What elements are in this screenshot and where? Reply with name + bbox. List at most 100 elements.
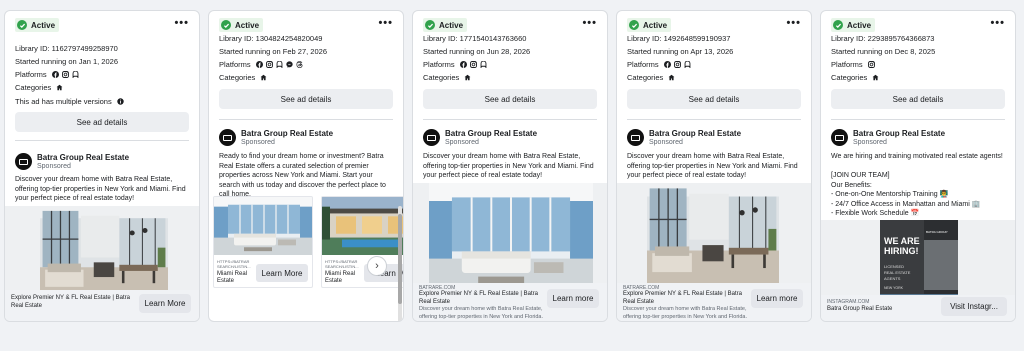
see-ad-details-button[interactable]: See ad details [627, 89, 801, 109]
check-circle-icon [833, 20, 843, 30]
learn-more-button[interactable]: Learn More [139, 294, 191, 313]
facebook-icon [460, 61, 467, 68]
advertiser-avatar[interactable] [423, 129, 440, 146]
advertiser-name[interactable]: Batra Group Real Estate [241, 129, 333, 138]
platforms-row: Platforms [627, 60, 691, 69]
categories-row: Categories [219, 73, 267, 82]
advertiser-avatar[interactable] [219, 129, 236, 146]
learn-more-button[interactable]: Learn more [751, 289, 803, 308]
started-running: Started running on Jan 1, 2026 [15, 57, 118, 66]
categories-row: Categories [627, 73, 675, 82]
advertiser-name[interactable]: Batra Group Real Estate [445, 129, 537, 138]
ad-image-area [413, 183, 607, 291]
categories-row: Categories [831, 73, 879, 82]
divider [627, 119, 801, 120]
sponsored-label: Sponsored [445, 139, 479, 146]
ad-image-bright-interior[interactable] [429, 183, 593, 291]
more-options-button[interactable]: ••• [378, 17, 393, 29]
check-circle-icon [425, 20, 435, 30]
ad-footer: Explore Premier NY & FL Real Estate | Ba… [5, 290, 199, 321]
divider [15, 140, 189, 141]
platforms-row: Platforms [15, 70, 79, 79]
ad-body-text: We are hiring and training motivated rea… [831, 153, 1003, 217]
facebook-icon [256, 61, 263, 68]
carousel-title: Miami Real Estate [217, 271, 248, 284]
facebook-icon [664, 61, 671, 68]
advertiser-name[interactable]: Batra Group Real Estate [649, 129, 741, 138]
footer-title: Explore Premier NY & FL Real Estate | Ba… [11, 295, 130, 309]
ad-card-4: Active ••• Library ID: 1492648599190937 … [616, 10, 812, 322]
footer-title: Explore Premier NY & FL Real Estate | Ba… [623, 291, 742, 305]
more-options-button[interactable]: ••• [582, 17, 597, 29]
ad-card-1: Active ••• Library ID: 1162797499258970 … [4, 10, 200, 322]
carousel-url: HTTPS://BATRAR SEARCH/LISTIN... [325, 259, 359, 269]
library-id: Library ID: 1492648599190937 [627, 34, 731, 43]
learn-more-button[interactable]: Learn More [256, 264, 308, 282]
scrollbar-thumb[interactable] [398, 214, 402, 304]
footer-title: Batra Group Real Estate [827, 306, 893, 312]
advertiser-name[interactable]: Batra Group Real Estate [853, 129, 945, 138]
ad-body-text: Ready to find your dream home or investm… [219, 153, 386, 198]
platforms-row: Platforms [219, 60, 303, 69]
advertiser-avatar[interactable] [831, 129, 848, 146]
carousel-image-living-room [214, 197, 313, 255]
status-badge: Active [15, 18, 60, 32]
see-ad-details-button[interactable]: See ad details [831, 89, 1005, 109]
instagram-icon [674, 61, 681, 68]
carousel-next-button[interactable]: › [367, 256, 387, 276]
more-options-button[interactable]: ••• [990, 17, 1005, 29]
instagram-icon [868, 61, 875, 68]
carousel-url: HTTPS://BATRAR SEARCH/LISTIN... [217, 259, 251, 269]
housing-category-icon [56, 84, 63, 91]
check-circle-icon [629, 20, 639, 30]
ad-footer: INSTAGRAM.COM Batra Group Real Estate Vi… [821, 295, 1015, 321]
categories-row: Categories [15, 83, 63, 92]
divider [831, 119, 1005, 120]
info-icon[interactable] [117, 98, 124, 105]
see-ad-details-button[interactable]: See ad details [15, 112, 189, 132]
advertiser-avatar[interactable] [15, 153, 32, 170]
multiple-versions-note: This ad has multiple versions [15, 97, 124, 106]
advertiser-avatar[interactable] [627, 129, 644, 146]
status-badge: Active [423, 18, 468, 32]
chevron-right-icon: › [375, 260, 379, 272]
ad-body-text: Discover your dream home with Batra Real… [15, 176, 186, 202]
ad-footer: BATRARE.COM Explore Premier NY & FL Real… [617, 283, 811, 321]
carousel-title: Miami Real Estate [325, 271, 356, 284]
status-badge: Active [219, 18, 264, 32]
scrollbar[interactable] [398, 206, 402, 321]
status-badge: Active [831, 18, 876, 32]
ad-card-3: Active ••• Library ID: 1771540143763660 … [412, 10, 608, 322]
ad-image-interior[interactable] [647, 183, 779, 291]
advertiser-name[interactable]: Batra Group Real Estate [37, 153, 129, 162]
learn-more-button[interactable]: Learn more [547, 289, 599, 308]
check-circle-icon [221, 20, 231, 30]
carousel-card-2[interactable]: HTTPS://BATRAR SEARCH/LISTIN... Miami Re… [321, 196, 403, 288]
audience-network-icon [72, 71, 79, 78]
started-running: Started running on Dec 8, 2025 [831, 47, 936, 56]
platforms-row: Platforms [423, 60, 487, 69]
divider [423, 119, 597, 120]
ad-body-text: Discover your dream home with Batra Real… [423, 153, 594, 179]
status-badge: Active [627, 18, 672, 32]
poster-subtitle: LICENSED REAL ESTATE AGENTS [884, 264, 911, 281]
more-options-button[interactable]: ••• [174, 17, 189, 29]
see-ad-details-button[interactable]: See ad details [423, 89, 597, 109]
carousel: HTTPS://BATRAR SEARCH/LISTIN... Miami Re… [213, 196, 403, 292]
instagram-icon [470, 61, 477, 68]
library-id: Library ID: 2293895764366873 [831, 34, 935, 43]
started-running: Started running on Jun 28, 2026 [423, 47, 531, 56]
carousel-image-exterior [322, 197, 403, 255]
poster-logo: BATRA GROUP [926, 230, 948, 234]
footer-description: Discover your dream home with Batra Real… [419, 306, 544, 320]
footer-description: Discover your dream home with Batra Real… [623, 306, 748, 320]
ad-footer: BATRARE.COM Explore Premier NY & FL Real… [413, 283, 607, 321]
visit-instagram-button[interactable]: Visit Instagr... [941, 297, 1007, 316]
threads-icon [296, 61, 303, 68]
carousel-card-1[interactable]: HTTPS://BATRAR SEARCH/LISTIN... Miami Re… [213, 196, 313, 288]
sponsored-label: Sponsored [37, 163, 71, 170]
platforms-row: Platforms [831, 60, 875, 69]
more-options-button[interactable]: ••• [786, 17, 801, 29]
ad-image-area [617, 183, 811, 291]
see-ad-details-button[interactable]: See ad details [219, 89, 393, 109]
